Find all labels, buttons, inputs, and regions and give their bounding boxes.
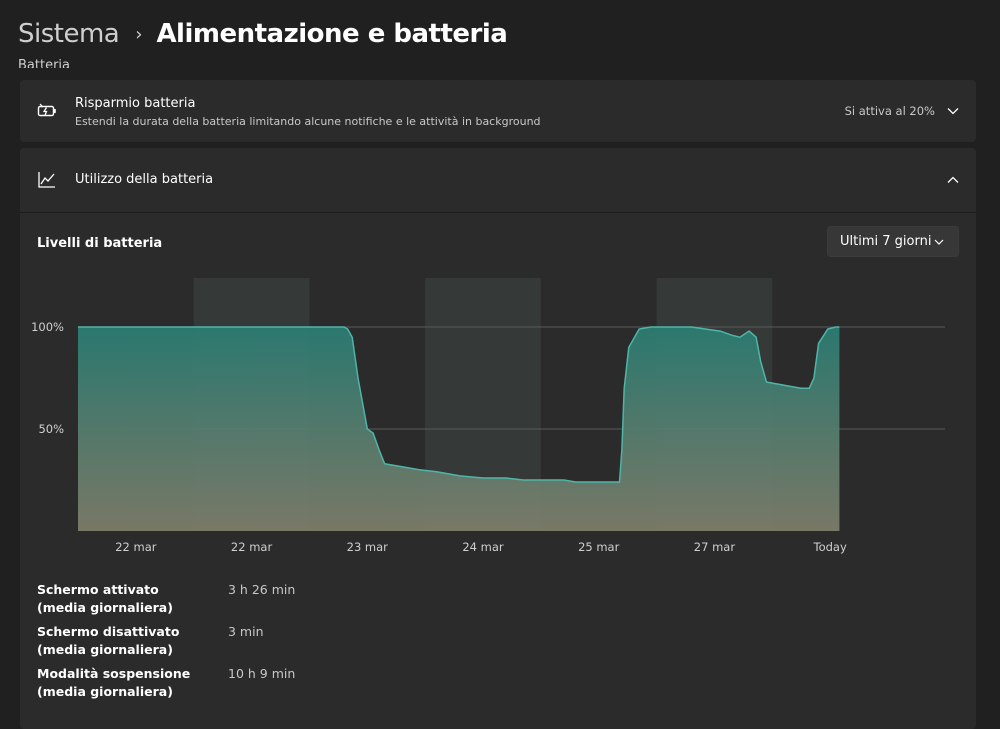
breadcrumb: Sistema › Alimentazione e batteria [18,14,508,54]
breadcrumb-separator-icon: › [135,23,143,45]
stat-value: 10 h 9 min [228,666,296,681]
battery-usage-card: Utilizzo della batteria Livelli di batte… [20,148,976,729]
battery-level-chart: 22 mar 22 mar 23 mar 24 mar 25 mar 27 mar Toda… [31,278,945,554]
y-tick-label: 50% [38,422,64,436]
chevron-down-icon[interactable] [946,104,960,118]
battery-saver-status: Si attiva al 20% [844,104,935,118]
battery-saver-title: Risparmio batteria [75,96,196,111]
section-label-batteria: Batteria [18,58,70,68]
stat-value: 3 min [228,624,264,639]
stat-label: Modalità sospensione (media giornaliera) [37,666,191,699]
x-tick-label: 22 mar [115,540,157,554]
x-tick-label: 27 mar [694,540,736,554]
battery-saver-icon [37,103,56,117]
x-tick-label: 25 mar [578,540,620,554]
x-tick-label: 23 mar [347,540,389,554]
y-tick-label: 100% [31,320,64,334]
breadcrumb-sistema[interactable]: Sistema [18,19,120,49]
stat-value: 3 h 26 min [228,582,296,597]
x-tick-label: 22 mar [231,540,273,554]
battery-saver-card[interactable]: Risparmio batteria Estendi la durata del… [20,80,976,142]
page-title: Alimentazione e batteria [156,19,508,49]
x-tick-label: 24 mar [462,540,504,554]
battery-saver-description: Estendi la durata della batteria limitan… [75,115,541,128]
x-tick-label: Today [813,540,847,554]
stat-label: Schermo disattivato (media giornaliera) [37,624,180,657]
stat-label: Schermo attivato (media giornaliera) [37,582,173,615]
